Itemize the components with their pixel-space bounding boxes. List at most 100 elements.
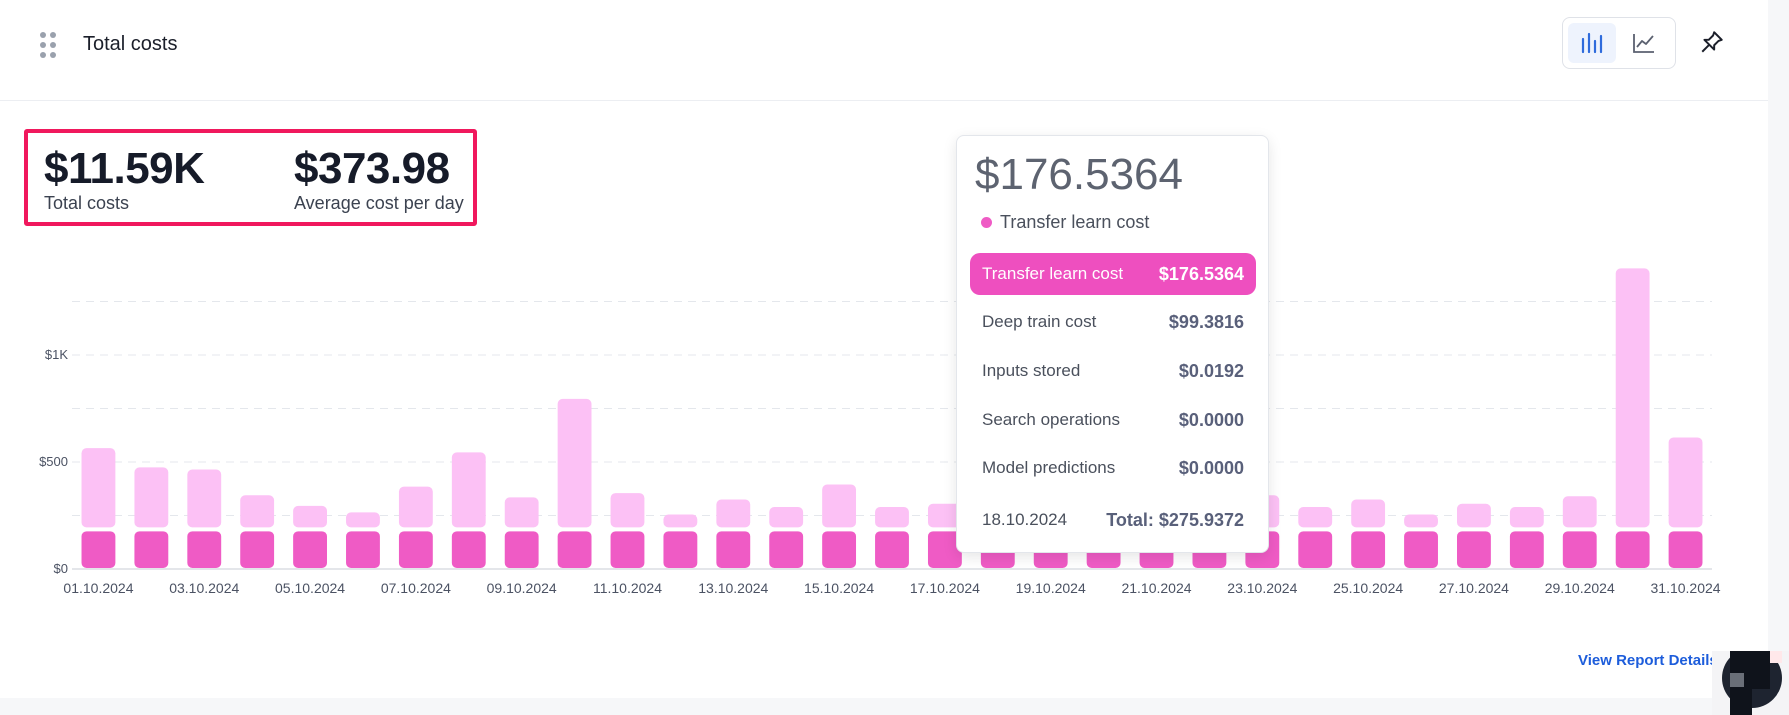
- bar-transfer-learn: [1562, 531, 1597, 568]
- bar-deep-train: [1668, 437, 1703, 528]
- tooltip-row-label: Inputs stored: [982, 361, 1081, 380]
- bar-transfer-learn: [1298, 531, 1333, 568]
- x-tick-label: 31.10.2024: [1651, 580, 1721, 596]
- tooltip-row-value: $99.3816: [1168, 311, 1244, 332]
- bar-deep-train: [1298, 507, 1333, 528]
- bar-transfer-learn: [769, 531, 804, 568]
- bar-deep-train: [187, 469, 222, 528]
- tooltip-row-value: $176.5364: [1158, 263, 1244, 284]
- bar-deep-train: [557, 398, 592, 528]
- bar-transfer-learn: [81, 531, 116, 568]
- x-tick-label: 29.10.2024: [1545, 580, 1615, 596]
- bar-transfer-learn: [610, 531, 645, 568]
- tooltip-row: Model predictions $0.0000: [970, 447, 1256, 489]
- bar-deep-train: [1404, 514, 1438, 528]
- bar-transfer-learn: [1351, 531, 1386, 568]
- x-tick-label: 07.10.2024: [381, 580, 451, 596]
- bar-transfer-learn: [451, 531, 486, 568]
- y-tick-label: $0: [54, 561, 68, 576]
- bar-deep-train: [610, 493, 645, 528]
- bar-deep-train: [875, 507, 909, 528]
- total-costs-metric: $11.59K Total costs: [44, 144, 205, 214]
- total-costs-card: Total costs $11.59K Total costs $373.98 …: [0, 0, 1768, 698]
- bar-transfer-learn: [875, 531, 909, 568]
- summary-highlight: $11.59K Total costs $373.98 Average cost…: [24, 129, 477, 226]
- series-dot-icon: [981, 217, 992, 228]
- tooltip-series-label: Transfer learn cost: [1000, 212, 1150, 232]
- drag-handle-icon[interactable]: [40, 32, 56, 58]
- tooltip-date: 18.10.2024: [982, 510, 1068, 529]
- bar-deep-train: [81, 448, 116, 528]
- bar-transfer-learn: [1404, 531, 1438, 568]
- bar-transfer-learn: [822, 531, 857, 568]
- bar-deep-train: [716, 499, 751, 528]
- line-view-button[interactable]: [1620, 23, 1668, 63]
- bar-transfer-learn: [134, 531, 169, 568]
- y-tick-label: $500: [39, 454, 68, 469]
- x-tick-label: 27.10.2024: [1439, 580, 1509, 596]
- x-tick-label: 23.10.2024: [1227, 580, 1297, 596]
- tooltip-row: Transfer learn cost $176.5364: [970, 253, 1256, 295]
- card-title: Total costs: [83, 33, 178, 55]
- tooltip-row-label: Search operations: [982, 410, 1120, 429]
- bar-deep-train: [504, 497, 539, 528]
- card-header: Total costs: [0, 0, 1768, 101]
- bar-deep-train: [769, 507, 804, 528]
- bar-deep-train: [822, 484, 857, 528]
- x-tick-label: 09.10.2024: [487, 580, 557, 596]
- bar-deep-train: [1457, 503, 1491, 528]
- bar-deep-train: [1351, 499, 1386, 528]
- bar-transfer-learn: [346, 531, 380, 568]
- bar-transfer-learn: [1457, 531, 1491, 568]
- tooltip-footer: 18.10.2024 Total: $275.9372: [970, 499, 1256, 541]
- average-cost-metric: $373.98 Average cost per day: [294, 147, 464, 214]
- bar-deep-train: [293, 505, 327, 528]
- tooltip-row-label: Transfer learn cost: [982, 264, 1124, 283]
- tooltip-total: Total: $275.9372: [1106, 509, 1244, 530]
- tooltip-row-label: Model predictions: [982, 458, 1116, 477]
- x-tick-label: 03.10.2024: [169, 580, 239, 596]
- bar-transfer-learn: [504, 531, 539, 568]
- cost-bar-chart: $0 $500 $1K 01.10.2024 03.10.2024 05.10.2024 0…: [39, 268, 1721, 596]
- bar-transfer-learn: [293, 531, 327, 568]
- bar-deep-train: [240, 495, 275, 528]
- line-chart-icon: [1633, 34, 1654, 53]
- pin-icon: [1701, 31, 1723, 53]
- x-tick-label: 17.10.2024: [910, 580, 980, 596]
- tooltip-row-value: $0.0192: [1178, 360, 1244, 381]
- tooltip-row-value: $0.0000: [1178, 457, 1244, 478]
- chart-type-toggle: [1562, 17, 1676, 69]
- chat-widget-icon[interactable]: [1712, 651, 1789, 715]
- x-tick-label: 01.10.2024: [63, 580, 133, 596]
- tooltip-series: Transfer learn cost: [981, 212, 1149, 233]
- bar-deep-train: [1562, 496, 1597, 528]
- bar-deep-train: [663, 514, 698, 528]
- bar-deep-train: [346, 512, 380, 528]
- x-tick-label: 25.10.2024: [1333, 580, 1403, 596]
- bar-transfer-learn: [1509, 531, 1544, 568]
- view-report-details-link[interactable]: View Report Details: [1578, 652, 1718, 669]
- tooltip-row: Deep train cost $99.3816: [970, 301, 1256, 343]
- x-tick-label: 15.10.2024: [804, 580, 874, 596]
- bar-deep-train: [1509, 507, 1544, 528]
- y-tick-label: $1K: [45, 347, 68, 362]
- pin-button[interactable]: [1692, 22, 1732, 62]
- bar-transfer-learn: [557, 531, 592, 568]
- tooltip-row: Search operations $0.0000: [970, 399, 1256, 441]
- bar-transfer-learn: [398, 531, 433, 568]
- tooltip-row-label: Deep train cost: [982, 312, 1097, 331]
- bar-transfer-learn: [716, 531, 751, 568]
- bar-deep-train: [398, 486, 433, 528]
- total-costs-value: $11.59K: [44, 144, 205, 193]
- x-tick-label: 13.10.2024: [698, 580, 768, 596]
- bar-deep-train: [1615, 268, 1650, 528]
- x-tick-label: 05.10.2024: [275, 580, 345, 596]
- x-tick-label: 21.10.2024: [1121, 580, 1191, 596]
- bar-transfer-learn: [1615, 531, 1650, 568]
- bar-view-button[interactable]: [1568, 23, 1616, 63]
- tooltip-headline: $176.5364: [975, 150, 1183, 199]
- tooltip-row: Inputs stored $0.0192: [970, 350, 1256, 392]
- total-costs-label: Total costs: [44, 193, 130, 213]
- x-tick-label: 19.10.2024: [1016, 580, 1086, 596]
- bar-deep-train: [134, 467, 169, 528]
